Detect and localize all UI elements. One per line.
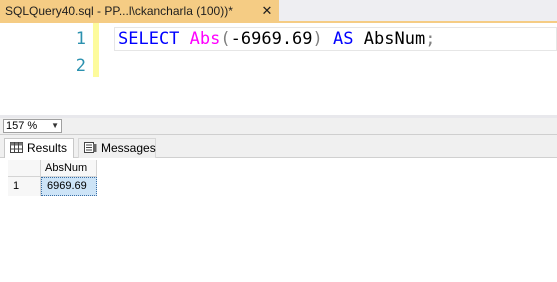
code-line-1[interactable]: SELECT Abs(-6969.69) AS AbsNum; [118, 29, 435, 49]
close-paren: ) [312, 29, 323, 49]
table-cell[interactable]: 6969.69 [41, 177, 97, 196]
row-header[interactable]: 1 [8, 177, 41, 196]
tab-messages-label: Messages [101, 141, 156, 155]
horizontal-scrollbar[interactable] [66, 121, 557, 131]
editor-gutter [0, 23, 28, 116]
zoom-value: 157 % [6, 120, 38, 132]
document-tab-strip: SQLQuery40.sql - PP...l\ckancharla (100)… [0, 0, 557, 23]
zoom-dropdown[interactable]: 157 % ▼ [3, 119, 62, 133]
statement-terminator: ; [425, 29, 436, 49]
grid-icon [10, 142, 23, 153]
tab-messages[interactable]: Messages [78, 138, 156, 158]
query-editor[interactable]: 1 2 SELECT Abs(-6969.69) AS AbsNum; [0, 23, 557, 116]
document-tab-title: SQLQuery40.sql - PP...l\ckancharla (100)… [5, 4, 233, 18]
tab-results-label: Results [27, 141, 68, 155]
document-tab[interactable]: SQLQuery40.sql - PP...l\ckancharla (100)… [0, 0, 279, 22]
tab-results[interactable]: Results [4, 138, 74, 158]
close-icon[interactable]: ✕ [259, 0, 275, 22]
column-alias: AbsNum [363, 29, 426, 49]
chevron-down-icon[interactable]: ▼ [51, 120, 59, 132]
results-tab-row: Results Messages [0, 135, 557, 158]
abs-argument: -6969.69 [230, 29, 313, 49]
zoom-bar: 157 % ▼ [0, 118, 557, 135]
line-number-2: 2 [75, 56, 86, 76]
change-tracking-bar [93, 23, 99, 77]
keyword-as: AS [333, 29, 354, 49]
results-pane: Results Messages AbsNum 1 6969.69 [0, 135, 557, 282]
column-header-absnum[interactable]: AbsNum [41, 160, 97, 177]
function-abs: Abs [189, 29, 221, 49]
keyword-select: SELECT [118, 29, 180, 49]
open-paren: ( [220, 29, 231, 49]
line-number-1: 1 [75, 29, 86, 49]
grid-corner-cell[interactable] [8, 160, 41, 177]
messages-icon [84, 142, 97, 153]
